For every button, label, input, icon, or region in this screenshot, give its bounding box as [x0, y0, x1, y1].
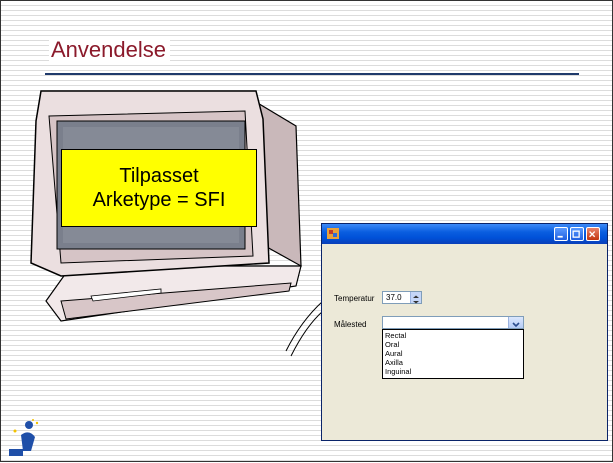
app-icon: [327, 228, 339, 239]
maximize-icon: [572, 230, 580, 238]
logo-icon: [9, 419, 39, 456]
list-item[interactable]: Oral: [385, 340, 521, 349]
chevron-down-icon[interactable]: [508, 317, 523, 328]
temperature-stepper[interactable]: 37.0: [382, 291, 422, 304]
title-rule: [45, 73, 579, 75]
screen-label-line1: Tilpasset: [119, 165, 199, 187]
slide: Tilpasset Arketype = SFI Anvendelse Temp…: [0, 0, 613, 462]
list-item[interactable]: Axilla: [385, 358, 521, 367]
slide-title: Anvendelse: [49, 37, 170, 63]
stepper-arrows-icon[interactable]: [410, 292, 421, 304]
list-item[interactable]: Rectal: [385, 331, 521, 340]
maximize-button[interactable]: [570, 227, 584, 241]
list-item[interactable]: Aural: [385, 349, 521, 358]
minimize-button[interactable]: [554, 227, 568, 241]
list-item[interactable]: Inguinal: [385, 367, 521, 376]
location-select[interactable]: [382, 316, 524, 329]
screen-label-line2: Arketype = SFI: [92, 189, 226, 211]
temperature-label: Temperatur: [334, 294, 375, 303]
dialog-window: Temperatur 37.0 Målested Rectal Oral Aur…: [321, 223, 608, 441]
location-label: Målested: [334, 320, 367, 329]
temperature-value[interactable]: 37.0: [386, 293, 402, 302]
minimize-icon: [557, 235, 563, 238]
location-dropdown-list: Rectal Oral Aural Axilla Inguinal: [382, 329, 524, 379]
screen-label-box: Tilpasset Arketype = SFI: [61, 149, 257, 227]
dialog-titlebar[interactable]: [322, 224, 607, 244]
close-icon: [589, 231, 596, 238]
close-button[interactable]: [586, 227, 600, 241]
